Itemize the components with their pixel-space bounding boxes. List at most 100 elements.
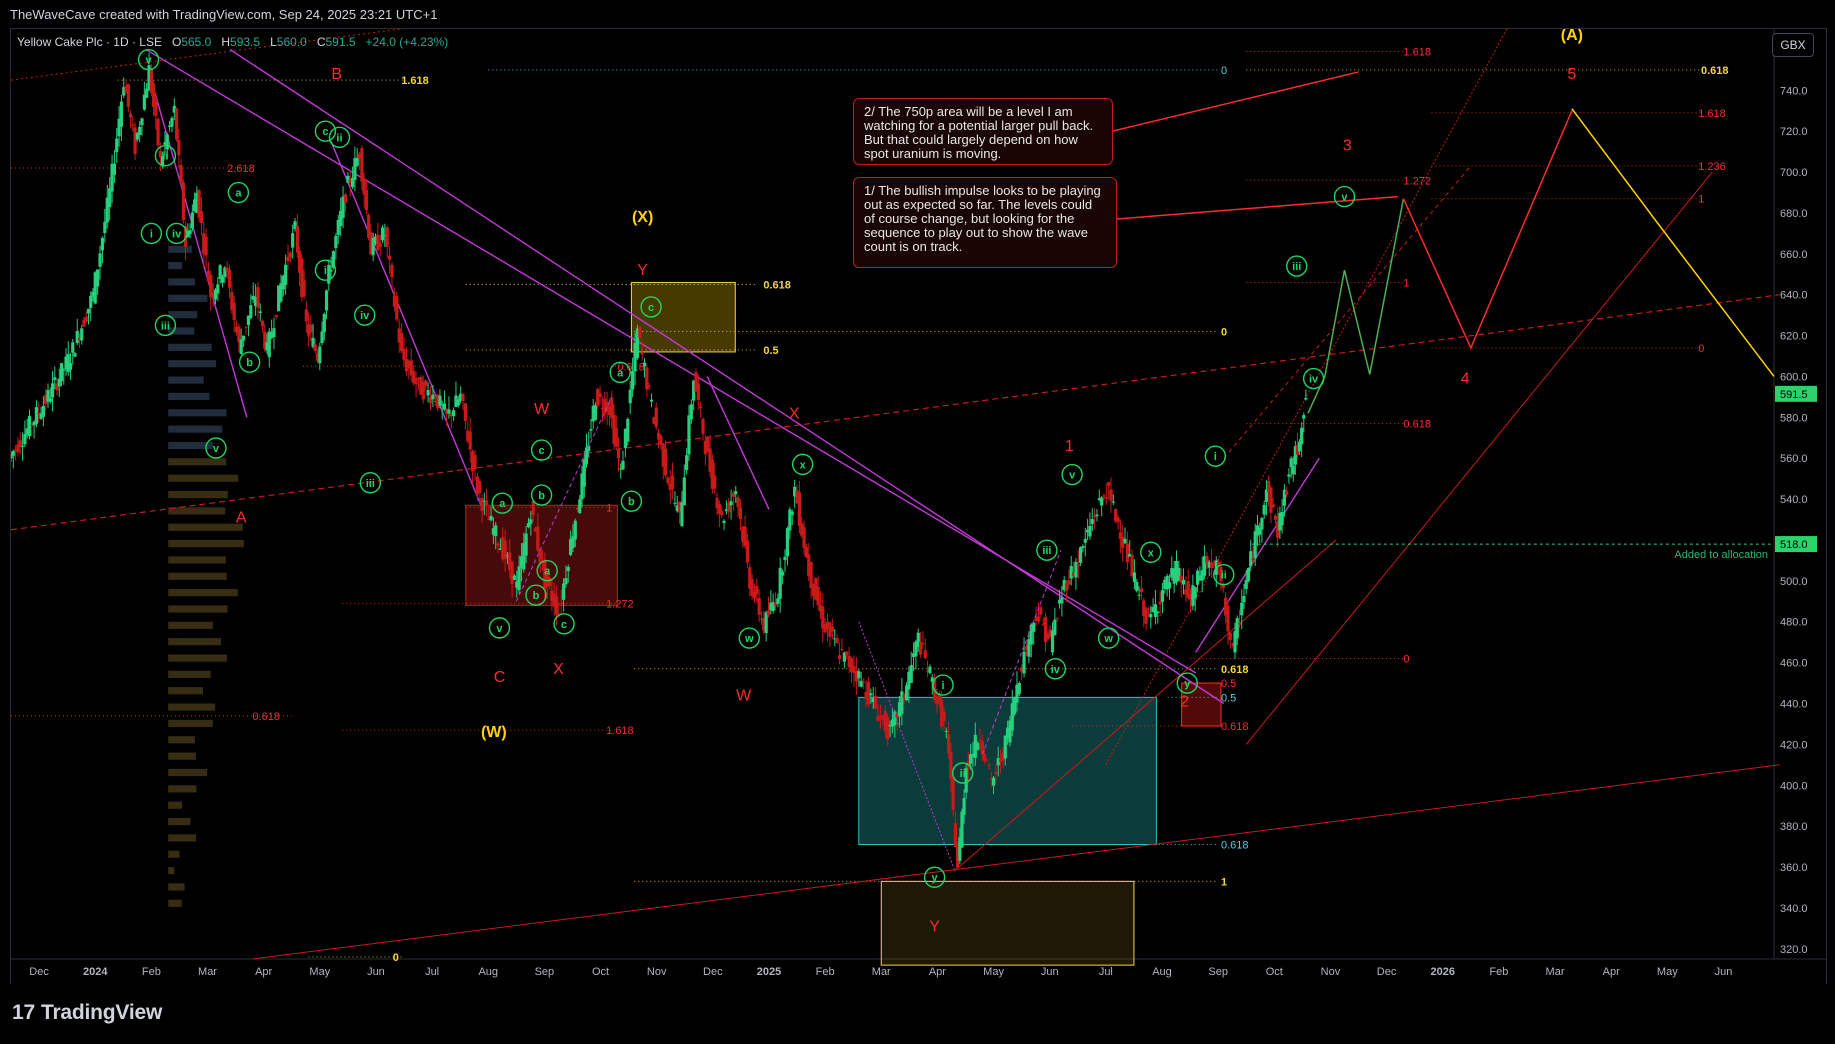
candle-body — [1017, 683, 1021, 694]
wave-label: Y — [637, 262, 648, 279]
candle-body — [647, 385, 651, 387]
red-dashed-channel — [1223, 165, 1472, 459]
volume-profile-bar — [168, 687, 204, 695]
time-tick-label: Oct — [592, 966, 609, 978]
candle-body — [309, 324, 313, 333]
wave-label: b — [533, 590, 540, 602]
candle-body — [239, 339, 243, 354]
candle-body — [1302, 415, 1306, 419]
candle-body — [1287, 474, 1291, 477]
wave-label: i — [1214, 451, 1217, 463]
candle-body — [616, 448, 621, 459]
candle-body — [424, 380, 428, 386]
price-tick-label: 440.0 — [1780, 699, 1808, 711]
candle-body — [1262, 504, 1266, 515]
candle-body — [564, 578, 568, 585]
candle-body — [86, 308, 91, 314]
price-axis: 760.0740.0720.0700.0680.0660.0640.0620.0… — [1773, 29, 1808, 959]
candle-body — [561, 583, 566, 600]
candle-body — [1271, 504, 1275, 508]
time-tick-label: 2026 — [1430, 966, 1454, 978]
currency-button[interactable]: GBX — [1772, 33, 1814, 57]
volume-profile-bar — [168, 605, 228, 613]
volume-profile-bar — [168, 834, 197, 842]
wave-label: (A) — [1561, 29, 1583, 44]
candle-body — [845, 651, 849, 656]
candle-body — [170, 117, 174, 127]
wave-label: a — [544, 566, 551, 578]
footer: 17 TradingView — [0, 984, 1835, 1044]
candle-body — [414, 378, 418, 385]
candle-body — [685, 455, 689, 471]
candle-body — [53, 377, 57, 381]
candle-body — [510, 561, 514, 585]
candle-body — [473, 454, 477, 470]
candle-body — [1269, 487, 1273, 513]
price-chart[interactable]: 760.0740.0720.0700.0680.0660.0640.0620.0… — [11, 29, 1826, 984]
candle-body — [452, 410, 456, 417]
candle-body — [886, 717, 890, 740]
fib-label: 1.618 — [401, 75, 429, 87]
price-tick-label: 340.0 — [1780, 903, 1808, 915]
candle-body — [1036, 616, 1041, 622]
volume-profile-bar — [168, 719, 213, 728]
candle-body — [291, 233, 295, 248]
candle-body — [387, 255, 392, 260]
candle-body — [100, 237, 105, 251]
candle-body — [628, 389, 632, 404]
candle-body — [596, 389, 600, 407]
volume-profile-bar — [168, 523, 243, 531]
wave-label: Y — [929, 918, 940, 935]
volume-profile-bar — [168, 736, 195, 744]
candle-body — [1249, 551, 1253, 567]
candle-body — [1116, 517, 1120, 523]
wave-label: b — [538, 490, 545, 502]
candle-body — [80, 328, 84, 341]
candle-body — [680, 502, 684, 527]
price-tick-label: 620.0 — [1780, 331, 1808, 343]
wave-label: ii — [336, 132, 342, 144]
price-tick-label: 360.0 — [1780, 862, 1808, 874]
candle-body — [687, 415, 691, 455]
volume-profile-bar — [168, 752, 197, 760]
candle-body — [699, 406, 703, 408]
tradingview-logo[interactable]: 17 TradingView — [12, 1001, 162, 1025]
chart-panel[interactable]: 760.0740.0720.0700.0680.0660.0640.0620.0… — [10, 28, 1827, 985]
candle-body — [949, 751, 953, 780]
candle-body — [242, 335, 246, 341]
candle-body — [1022, 651, 1026, 674]
candle-body — [1160, 590, 1165, 602]
price-tick-label: 660.0 — [1780, 249, 1808, 261]
fib-label: 0 — [1221, 327, 1227, 339]
candle-body — [318, 346, 322, 364]
candle-body — [126, 84, 130, 107]
time-tick-label: Jul — [425, 966, 439, 978]
candle-body — [621, 460, 625, 470]
red-channel-line-2 — [1245, 171, 1713, 745]
candle-body — [1069, 566, 1073, 579]
wave-label: ii — [162, 151, 168, 163]
candle-body — [734, 491, 738, 495]
candle-body — [1093, 515, 1097, 518]
price-tick-label: 420.0 — [1780, 739, 1808, 751]
volume-profile — [168, 245, 244, 907]
wave-label: v — [1069, 470, 1076, 482]
candle-body — [390, 264, 394, 278]
candle-body — [1090, 519, 1094, 524]
candle-body — [1003, 735, 1007, 759]
candle-body — [204, 236, 208, 256]
candle-body — [447, 409, 451, 414]
wave-label: w — [744, 633, 754, 645]
candle-body — [682, 477, 686, 506]
fib-label: 1.618 — [606, 725, 634, 737]
candle-body — [1156, 611, 1160, 613]
candle-body — [951, 777, 955, 810]
candle-body — [165, 134, 169, 150]
time-tick-label: Apr — [929, 966, 946, 978]
candle-body — [89, 295, 93, 308]
candle-body — [329, 269, 333, 272]
red-channel-line — [1105, 29, 1508, 766]
volume-profile-bar — [168, 262, 183, 270]
time-tick-label: Jul — [1099, 966, 1113, 978]
wave-label: iii — [366, 478, 375, 490]
